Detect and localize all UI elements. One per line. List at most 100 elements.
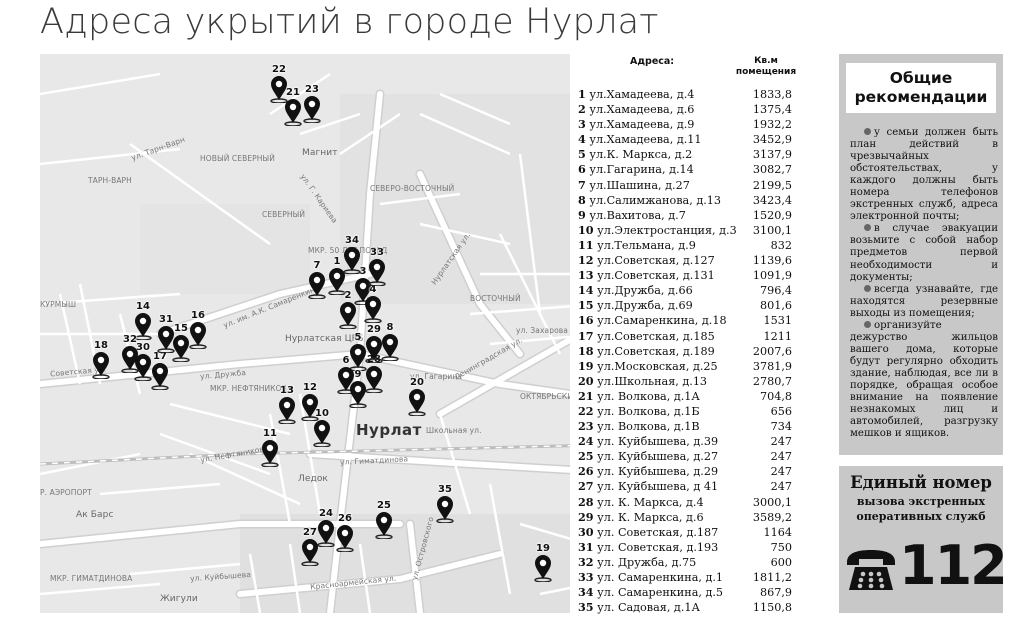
row-number: 30 <box>578 524 594 539</box>
recommendations-list: у семьи должен быть план действий в чрез… <box>850 127 998 440</box>
row-area: 2007,6 <box>752 344 792 358</box>
map-label-district-tarn-varn: ТАРН-ВАРН <box>88 176 132 185</box>
row-area: 3100,1 <box>752 223 792 237</box>
recommendation-text: всегда узнавайте, где находятся резервны… <box>850 283 998 319</box>
shelter-marker[interactable]: 31 <box>152 314 180 354</box>
row-area: 600 <box>770 555 792 569</box>
shelter-marker[interactable]: 35 <box>431 484 459 524</box>
table-row: 16 ул.Самаренкина, д.18 1531 <box>578 313 804 328</box>
row-address: ул.Школьная, д.13 <box>597 374 708 388</box>
map-label-zakharova-street: ул. Захарова <box>516 326 569 335</box>
table-row: 19 ул.Московская, д.25 3781,9 <box>578 359 804 374</box>
table-row: 3 ул.Хамадеева, д.9 1932,2 <box>578 117 804 132</box>
row-address: ул.Советская, д.127 <box>597 254 715 268</box>
map-pin-icon <box>157 326 175 353</box>
row-number: 16 <box>578 313 594 328</box>
table-row: 28 ул. К. Маркса, д.4 3000,1 <box>578 495 804 510</box>
map-pin-icon <box>436 496 454 523</box>
row-address: ул. Самаренкина, д.5 <box>597 586 724 600</box>
row-area: 2199,5 <box>752 178 792 192</box>
row-address: ул. Куйбышева, д.29 <box>597 465 719 479</box>
row-address: ул. Куйбышева, д 41 <box>597 480 719 494</box>
map-label-district-new-north: НОВЫЙ СЕВЕРНЫЙ <box>200 154 275 163</box>
shelter-marker[interactable]: 19 <box>529 543 557 583</box>
row-number: 26 <box>578 464 594 479</box>
row-number: 8 <box>578 192 586 207</box>
shelter-marker[interactable]: 27 <box>296 527 324 567</box>
row-area: 3589,2 <box>752 510 792 524</box>
row-area: 1211 <box>763 329 792 343</box>
recommendation-item: у семьи должен быть план действий в чрез… <box>850 127 998 223</box>
marker-number: 33 <box>370 247 384 258</box>
row-area: 3423,4 <box>752 193 792 207</box>
shelter-marker[interactable]: 33 <box>363 247 391 287</box>
shelter-marker[interactable]: 22 <box>265 64 293 104</box>
map-pin-icon <box>365 366 383 393</box>
row-number: 15 <box>578 298 594 313</box>
row-number: 23 <box>578 419 594 434</box>
map-pin-icon <box>534 555 552 582</box>
shelter-marker[interactable]: 4 <box>359 284 387 324</box>
row-address: ул.Электростанция, д.3 <box>597 223 737 237</box>
table-row: 27 ул. Куйбышева, д 41 247 <box>578 479 804 494</box>
emergency-subtitle: вызова экстренных оперативных служб <box>856 495 986 523</box>
map-label-ledok: Ледок <box>298 474 328 484</box>
row-number: 5 <box>578 147 586 162</box>
row-address: ул.Хамадеева, д.9 <box>589 118 695 132</box>
table-row: 2 ул.Хамадеева, д.6 1375,4 <box>578 102 804 117</box>
map-pin-icon <box>336 525 354 552</box>
map-label-district-north: СЕВЕРНЫЙ <box>262 210 306 219</box>
row-address: ул.Салимжанова, д.13 <box>589 193 722 207</box>
shelter-marker[interactable]: 25 <box>370 500 398 540</box>
row-number: 12 <box>578 253 594 268</box>
row-address: ул.Вахитова, д.7 <box>589 208 686 222</box>
shelter-marker[interactable]: 29 <box>360 324 388 364</box>
row-area: 1833,8 <box>752 88 792 101</box>
shelter-marker[interactable]: 7 <box>303 260 331 300</box>
row-area: 3082,7 <box>752 163 792 177</box>
marker-number: 14 <box>136 301 150 312</box>
row-address: ул. Садовая, д.1А <box>597 601 700 615</box>
shelter-marker[interactable]: 32 <box>116 334 144 374</box>
table-row: 10 ул.Электростанция, д.3 3100,1 <box>578 223 804 238</box>
bullet-icon <box>864 284 871 292</box>
marker-number: 22 <box>272 64 286 75</box>
shelter-marker[interactable]: 13 <box>273 385 301 425</box>
shelter-marker[interactable]: 26 <box>331 513 359 553</box>
map-label-district-east: ВОСТОЧНЫЙ <box>470 294 521 303</box>
map-label-oktyabrsky: ОКТЯБРЬСКИ <box>520 392 574 401</box>
recommendation-item: организуйте дежурство жильцов вашего дом… <box>850 320 998 440</box>
shelter-marker[interactable]: 20 <box>403 377 431 417</box>
map-label-district-gimatdinova: МКР. ГИМАТДИНОВА <box>50 574 133 583</box>
shelter-marker[interactable]: 23 <box>298 84 326 124</box>
recommendation-text: у семьи должен быть план действий в чрез… <box>850 127 998 223</box>
telephone-icon <box>847 550 895 590</box>
shelter-marker[interactable]: 34 <box>338 235 366 275</box>
shelter-marker[interactable]: 18 <box>87 340 115 380</box>
recommendation-item: в случае эвакуации возьмите с собой набо… <box>850 223 998 283</box>
row-number: 17 <box>578 328 594 343</box>
row-area: 734 <box>770 420 792 434</box>
row-area: 801,6 <box>759 299 792 313</box>
row-number: 34 <box>578 585 594 600</box>
row-address: ул.Гагарина, д.14 <box>589 163 694 177</box>
bullet-icon <box>864 320 871 328</box>
row-area: 1091,9 <box>752 269 792 283</box>
table-row: 35 ул. Садовая, д.1А 1150,8 <box>578 600 804 615</box>
row-number: 2 <box>578 102 586 117</box>
table-row: 9 ул.Вахитова, д.7 1520,9 <box>578 208 804 223</box>
shelter-marker[interactable]: 11 <box>256 428 284 468</box>
row-area: 2780,7 <box>752 374 792 388</box>
column-header-area: Кв.м помещения <box>735 56 797 77</box>
map-pin-icon <box>343 247 361 274</box>
marker-number: 32 <box>123 334 137 345</box>
table-row: 26 ул. Куйбышева, д.29 247 <box>578 464 804 479</box>
row-number: 18 <box>578 343 594 358</box>
row-address: ул.Тельмана, д.9 <box>597 238 696 252</box>
map-label-magnit: Магнит <box>302 148 338 158</box>
row-area: 704,8 <box>759 389 792 403</box>
row-number: 1 <box>578 87 586 101</box>
row-area: 832 <box>770 238 792 252</box>
shelter-marker[interactable]: 16 <box>184 310 212 350</box>
table-row: 21 ул. Волкова, д.1А 704,8 <box>578 389 804 404</box>
